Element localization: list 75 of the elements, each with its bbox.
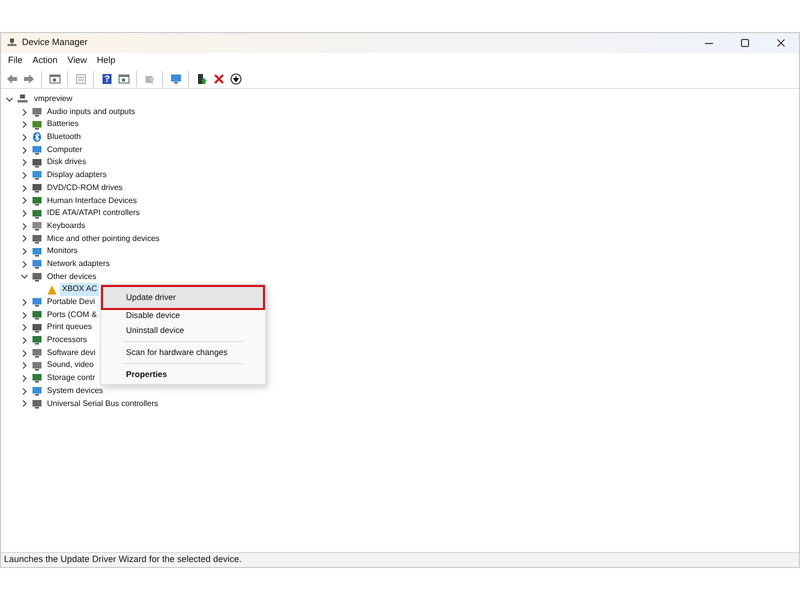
close-icon xyxy=(212,72,224,84)
help-icon xyxy=(100,72,112,84)
device-icon xyxy=(32,322,42,333)
device-icon xyxy=(32,145,42,156)
tree-item[interactable]: Other devices xyxy=(47,270,96,284)
tree-item[interactable]: Ports (COM & xyxy=(47,308,97,322)
device-icon xyxy=(32,386,42,396)
tree-item[interactable]: Monitors xyxy=(47,245,78,258)
device-icon xyxy=(32,208,42,219)
device-icon xyxy=(32,297,42,308)
tree-item[interactable]: Processors xyxy=(47,334,88,347)
tree-item[interactable]: Universal Serial Bus controllers xyxy=(47,398,158,410)
tree-item[interactable]: Sound, video xyxy=(47,359,94,372)
device-icon xyxy=(32,272,42,282)
close-icon xyxy=(777,39,785,47)
download-icon xyxy=(230,72,242,84)
maximize-icon xyxy=(741,39,749,47)
update-driver-icon xyxy=(196,72,208,84)
back-arrow-icon xyxy=(6,72,18,84)
menu-item[interactable]: Properties xyxy=(103,367,263,382)
device-icon xyxy=(32,310,42,320)
menu-item[interactable]: Action xyxy=(28,54,62,68)
device-icon xyxy=(32,183,42,194)
tree-item[interactable]: XBOX AC xyxy=(60,283,100,296)
menu-item[interactable]: View xyxy=(64,54,91,68)
menu-item[interactable]: Disable device xyxy=(103,308,263,323)
device-icon xyxy=(32,196,42,206)
tree-item[interactable]: Print queues xyxy=(47,321,92,334)
tree-item[interactable]: Audio inputs and outputs xyxy=(47,106,136,118)
menu-item[interactable]: Help xyxy=(92,54,120,68)
device-icon xyxy=(32,360,42,371)
tree-item[interactable]: Software devi xyxy=(47,346,96,360)
menu-item[interactable]: Scan for hardware changes xyxy=(103,345,263,360)
tree-item[interactable]: Display adapters xyxy=(47,169,107,182)
device-icon xyxy=(32,107,42,118)
warning-icon xyxy=(47,284,57,295)
device-icon xyxy=(32,348,42,358)
minimize-icon xyxy=(705,42,713,44)
monitor-icon xyxy=(170,72,182,84)
tree-item[interactable]: Bluetooth xyxy=(47,131,81,144)
menu-item[interactable]: Update driver xyxy=(103,287,263,308)
bluetooth-icon xyxy=(32,132,42,142)
tree-item[interactable]: System devices xyxy=(47,384,104,398)
properties-icon xyxy=(74,72,86,84)
device-icon xyxy=(32,234,42,244)
menu-item[interactable]: File xyxy=(4,54,27,68)
menu-item[interactable]: Uninstall device xyxy=(103,323,263,338)
tree-item[interactable]: Keyboards xyxy=(47,220,86,233)
window-pane-icon xyxy=(48,72,60,84)
tree-item[interactable]: IDE ATA/ATAPI controllers xyxy=(47,207,140,220)
forward-arrow-icon xyxy=(22,72,34,84)
tree-item[interactable]: Network adapters xyxy=(47,258,110,271)
device-icon xyxy=(32,398,42,409)
device-icon xyxy=(32,170,42,180)
computer-icon xyxy=(17,94,28,104)
window-pane-icon xyxy=(118,72,130,84)
device-icon xyxy=(32,221,42,232)
device-icon xyxy=(32,335,42,346)
computer-icon xyxy=(7,38,17,48)
device-icon xyxy=(32,373,42,384)
device-icon xyxy=(32,158,42,168)
tree-item[interactable]: Mice and other pointing devices xyxy=(47,232,160,246)
device-icon xyxy=(32,246,42,257)
device-icon xyxy=(32,259,42,270)
tree-item[interactable]: Batteries xyxy=(47,118,79,132)
tree-item[interactable]: DVD/CD-ROM drives xyxy=(47,182,123,195)
status-text: Launches the Update Driver Wizard for the selected device. xyxy=(4,553,242,566)
tree-item[interactable]: Human Interface Devices xyxy=(47,194,137,208)
tree-item[interactable]: Disk drives xyxy=(47,156,86,170)
tree-item[interactable]: vmpreview xyxy=(34,93,72,106)
tree-item[interactable]: Computer xyxy=(47,144,82,156)
device-icon xyxy=(32,120,42,130)
tree-item[interactable]: Storage contr xyxy=(47,372,96,385)
tree-item[interactable]: Portable Devi xyxy=(47,296,96,309)
window-title: Device Manager xyxy=(22,36,88,50)
